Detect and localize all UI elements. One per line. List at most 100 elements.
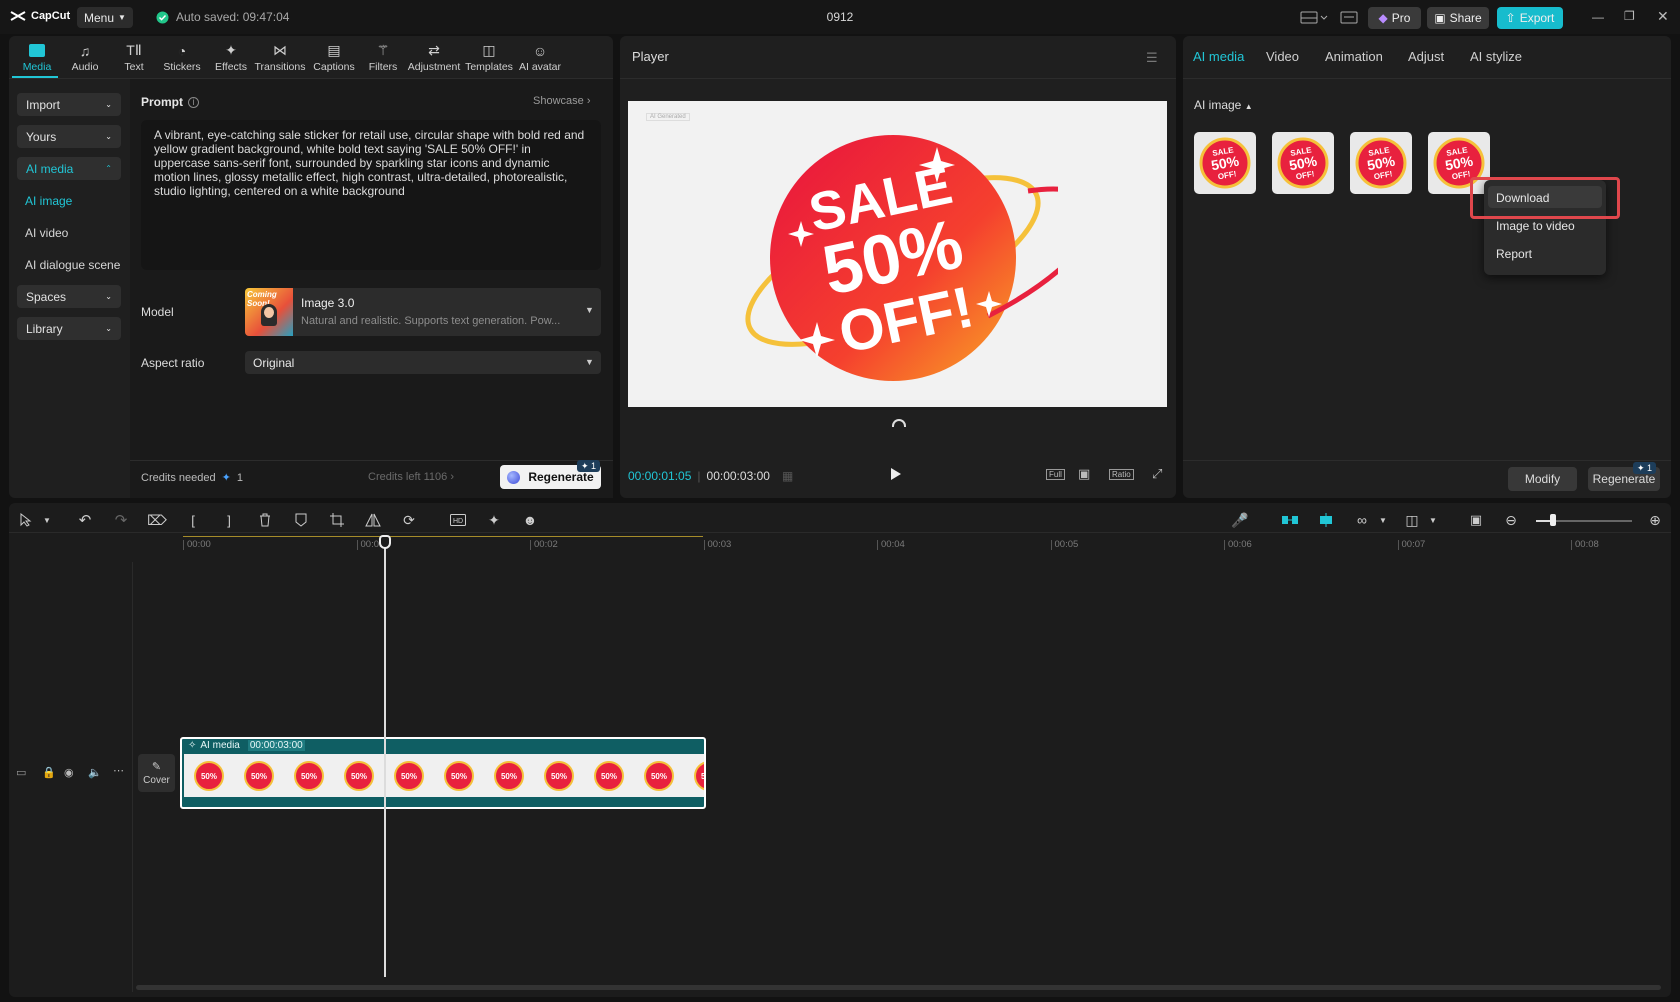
tool-text[interactable]: TⅡ Text	[109, 42, 159, 76]
video-clip[interactable]: ✧ AI media 00:00:03:00 50% 50% 50% 50% 50% 50%…	[180, 737, 706, 809]
sidebar-ai-media[interactable]: AI media ⌃	[17, 157, 121, 180]
grid-icon[interactable]: ▦	[782, 469, 793, 483]
sidebar-spaces[interactable]: Spaces ⌄	[17, 285, 121, 308]
full-quality-button[interactable]: Full	[1046, 469, 1065, 480]
divider	[1183, 78, 1671, 79]
magic-wand-icon[interactable]: ✦	[484, 510, 504, 530]
hd-icon[interactable]: HD	[448, 510, 468, 530]
preview-canvas[interactable]: AI Generated SALE 50% OFF!	[628, 101, 1167, 407]
redo-icon[interactable]: ↷	[111, 510, 131, 530]
tool-filters[interactable]: ⚚ Filters	[358, 42, 408, 76]
fullscreen-icon[interactable]: ⤢	[1152, 466, 1162, 482]
generated-image-2[interactable]: SALE 50% OFF!	[1272, 132, 1334, 194]
tool-effects[interactable]: ✦ Effects	[206, 42, 256, 76]
generated-image-1[interactable]: SALE 50% OFF!	[1194, 132, 1256, 194]
tool-transitions[interactable]: ⋈ Transitions	[255, 42, 306, 76]
marker-icon[interactable]	[291, 510, 311, 530]
sidebar-ai-image[interactable]: AI image	[25, 194, 72, 208]
pro-button[interactable]: ◆ Pro	[1368, 7, 1421, 29]
ai-image-section[interactable]: AI image ▲	[1194, 98, 1253, 112]
hamburger-icon[interactable]: ☰	[1146, 50, 1158, 66]
rotate-handle-icon[interactable]	[892, 419, 906, 427]
tool-audio[interactable]: ♫ Audio	[60, 42, 110, 76]
showcase-link[interactable]: Showcase ›	[533, 95, 591, 107]
cover-button[interactable]: ✎ Cover	[138, 754, 175, 792]
menu-image-to-video[interactable]: Image to video	[1496, 219, 1575, 233]
ai-person-icon[interactable]: ☻	[520, 510, 540, 530]
filmstrip-frame: 50%	[584, 754, 634, 797]
prompt-input[interactable]: A vibrant, eye-catching sale sticker for…	[141, 120, 601, 270]
undo-icon[interactable]: ↶	[75, 510, 95, 530]
timeline-scrollbar[interactable]	[136, 985, 1661, 990]
rotate-icon[interactable]: ⟳	[399, 510, 419, 530]
link-icon[interactable]: ∞	[1352, 510, 1372, 530]
model-description: Natural and realistic. Supports text gen…	[301, 315, 561, 327]
layout-icon[interactable]	[1300, 10, 1334, 24]
zoom-fit-icon[interactable]: ▣	[1078, 466, 1090, 482]
sidebar-library[interactable]: Library ⌄	[17, 317, 121, 340]
aspect-ratio-select[interactable]: Original ▼	[245, 351, 601, 374]
tab-ai-stylize[interactable]: AI stylize	[1470, 49, 1522, 64]
filmstrip-frame: 50%	[334, 754, 384, 797]
ruler-tick: 00:03	[703, 540, 731, 550]
auto-snap-icon[interactable]	[1316, 510, 1336, 530]
tool-captions[interactable]: ▤ Captions	[309, 42, 359, 76]
tool-ai-avatar[interactable]: ☺ AI avatar	[515, 42, 565, 76]
ruler-tick: 00:02	[530, 540, 558, 550]
info-icon[interactable]: i	[188, 96, 199, 108]
model-select[interactable]: Coming Soon! Image 3.0 Natural and reali…	[245, 288, 601, 336]
more-icon[interactable]: ⋯	[113, 764, 124, 777]
playhead-handle[interactable]	[379, 535, 391, 549]
delete-icon[interactable]	[255, 510, 275, 530]
minimize-icon[interactable]: —	[1592, 10, 1604, 24]
chevron-down-icon[interactable]: ▼	[1373, 510, 1393, 530]
zoom-in-icon[interactable]: ⊕	[1645, 510, 1665, 530]
play-icon[interactable]	[891, 468, 901, 480]
chevron-down-icon[interactable]: ▼	[1423, 510, 1443, 530]
tool-stickers[interactable]: ◔ Stickers	[157, 42, 207, 76]
ratio-button[interactable]: Ratio	[1109, 469, 1134, 480]
split-right-icon[interactable]: ]	[219, 510, 239, 530]
export-button[interactable]: ⇧ Export	[1497, 7, 1563, 29]
tool-templates[interactable]: ◫ Templates	[464, 42, 514, 76]
caret-up-icon: ▲	[1244, 102, 1253, 111]
tab-adjust[interactable]: Adjust	[1408, 49, 1444, 64]
chevron-down-icon: ▼	[585, 357, 594, 367]
speaker-icon[interactable]: 🔈	[88, 766, 102, 779]
share-button[interactable]: ▣ Share	[1427, 7, 1489, 29]
modify-button[interactable]: Modify	[1508, 467, 1577, 491]
generated-image-3[interactable]: SALE 50% OFF!	[1350, 132, 1412, 194]
tool-adjustment[interactable]: ⇄ Adjustment	[408, 42, 461, 76]
lock-icon[interactable]: 🔒	[42, 766, 56, 779]
playhead[interactable]	[384, 537, 386, 977]
crop-icon[interactable]	[327, 510, 347, 530]
tab-video[interactable]: Video	[1266, 49, 1299, 64]
microphone-icon[interactable]: 🎤	[1230, 510, 1250, 530]
sidebar-ai-dialogue[interactable]: AI dialogue scene	[25, 258, 120, 272]
close-icon[interactable]: ✕	[1657, 8, 1669, 25]
sidebar-yours[interactable]: Yours ⌄	[17, 125, 121, 148]
tool-media[interactable]: Media	[12, 42, 62, 76]
tab-ai-media[interactable]: AI media	[1193, 49, 1244, 64]
prompt-label: Prompt i	[141, 95, 199, 109]
svg-text:50%: 50%	[551, 772, 567, 781]
svg-text:50%: 50%	[201, 772, 217, 781]
eye-icon[interactable]: ◉	[64, 766, 74, 779]
menu-button[interactable]: Menu ▼	[77, 7, 133, 28]
restore-icon[interactable]: ❐	[1624, 9, 1635, 23]
zoom-slider-thumb[interactable]	[1550, 514, 1556, 526]
preview-axis-icon[interactable]: ◫	[1402, 510, 1422, 530]
menu-report[interactable]: Report	[1496, 247, 1532, 261]
sidebar-import[interactable]: Import ⌄	[17, 93, 121, 116]
select-tool-icon[interactable]	[16, 510, 36, 530]
split-icon[interactable]: ⌦	[147, 510, 167, 530]
mirror-icon[interactable]	[363, 510, 383, 530]
chevron-down-icon[interactable]: ▼	[37, 510, 57, 530]
tab-animation[interactable]: Animation	[1325, 49, 1383, 64]
shortcut-icon[interactable]	[1340, 10, 1358, 24]
zoom-out-icon[interactable]: ⊖	[1501, 510, 1521, 530]
main-track-magnet-icon[interactable]	[1280, 510, 1300, 530]
sidebar-ai-video[interactable]: AI video	[25, 226, 68, 240]
screenshot-icon[interactable]: ▣	[1466, 510, 1486, 530]
split-left-icon[interactable]: [	[183, 510, 203, 530]
